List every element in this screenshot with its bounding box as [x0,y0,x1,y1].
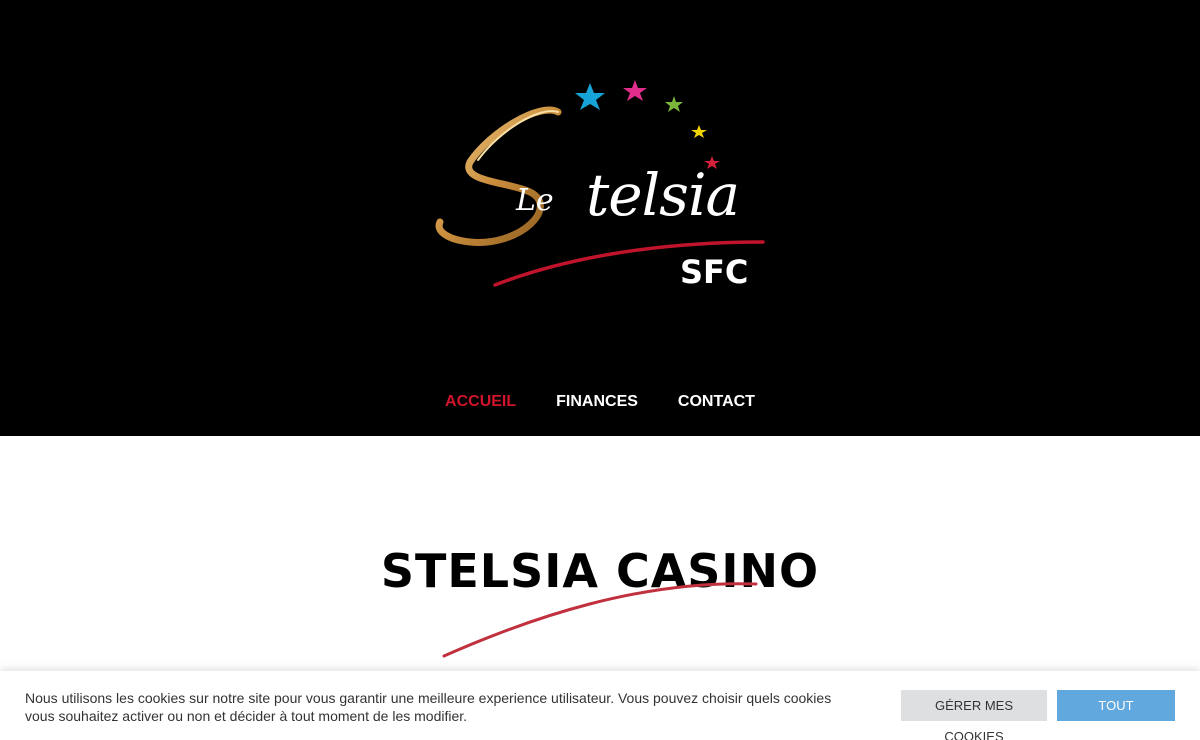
star-icon [575,83,605,110]
accept-all-button[interactable]: TOUT ACCEPTER [1057,690,1175,740]
nav-item-finances[interactable]: FINANCES [556,392,638,412]
star-icon [665,96,683,112]
main-nav: ACCUEIL FINANCES CONTACT [0,392,1200,412]
nav-item-accueil[interactable]: ACCUEIL [445,392,516,412]
logo-sfc-text: SFC [680,253,749,291]
page: Le telsia SFC ACCUEIL FINANCES CONTACT S… [0,0,1200,740]
site-header: Le telsia SFC ACCUEIL FINANCES CONTACT [0,0,1200,436]
cookie-message: Nous utilisons les cookies sur notre sit… [25,690,832,724]
star-icon [691,125,707,138]
logo-telsia-text: telsia [586,161,740,229]
logo-gold-s [435,106,562,246]
cookie-banner: Nous utilisons les cookies sur notre sit… [0,671,1200,740]
decorative-swoosh [442,582,758,658]
manage-cookies-button[interactable]: GÉRER MES COOKIES [901,690,1047,740]
nav-item-contact[interactable]: CONTACT [678,392,755,412]
star-icon [623,80,647,101]
logo-le-text: Le [516,183,554,218]
